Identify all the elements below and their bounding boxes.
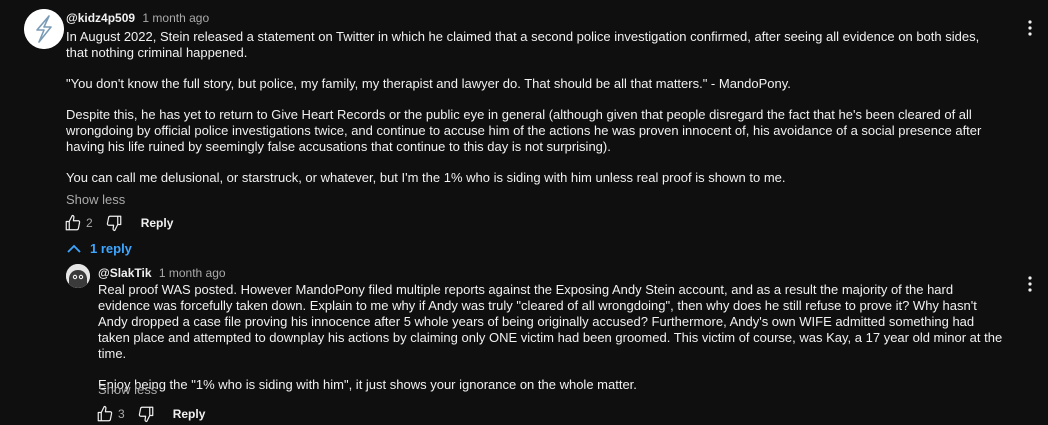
reply-menu-button[interactable] — [1020, 274, 1040, 294]
chevron-up-icon — [67, 244, 81, 253]
reply-author[interactable]: @SlakTik — [98, 266, 152, 280]
comment-header: @kidz4p509 1 month ago — [66, 11, 209, 25]
comment-paragraph: Despite this, he has yet to return to Gi… — [66, 107, 982, 154]
thumbs-up-icon — [97, 405, 113, 422]
reply-avatar[interactable] — [66, 264, 90, 288]
comment-body: In August 2022, Stein released a stateme… — [66, 29, 996, 186]
dislike-button[interactable] — [103, 212, 125, 234]
reply-timestamp[interactable]: 1 month ago — [159, 266, 226, 280]
reply-show-less-label: Show less — [98, 382, 158, 397]
reply-reply-button[interactable]: Reply — [173, 407, 206, 421]
more-vertical-icon — [1028, 276, 1032, 292]
reply-body: Real proof WAS posted. However MandoPony… — [98, 282, 1008, 393]
more-vertical-icon — [1028, 20, 1032, 36]
comment-paragraph: In August 2022, Stein released a stateme… — [66, 29, 980, 60]
reply-show-less-button[interactable]: Show less — [98, 382, 157, 397]
lightning-icon — [24, 9, 64, 49]
comment-menu-button[interactable] — [1020, 18, 1040, 38]
comment-actions: 2 Reply — [62, 212, 173, 234]
avatar-image-icon — [66, 264, 90, 288]
reply-like-count: 3 — [118, 407, 125, 421]
reply-like-button[interactable] — [94, 403, 116, 425]
comment-author[interactable]: @kidz4p509 — [66, 11, 135, 25]
reply-paragraph: Real proof WAS posted. However MandoPony… — [98, 282, 1003, 361]
comment-paragraph: You can call me delusional, or starstruc… — [66, 170, 786, 185]
reply-button[interactable]: Reply — [141, 216, 174, 230]
like-button[interactable] — [62, 212, 84, 234]
reply-header: @SlakTik 1 month ago — [98, 266, 226, 280]
reply-actions: 3 Reply — [94, 403, 205, 425]
thumbs-up-icon — [65, 214, 81, 231]
thumbs-down-icon — [138, 406, 154, 423]
reply-paragraph: Enjoy being the "1% who is siding with h… — [98, 377, 637, 392]
comment-timestamp[interactable]: 1 month ago — [142, 11, 209, 25]
reply-dislike-button[interactable] — [135, 403, 157, 425]
replies-count-label: 1 reply — [90, 241, 132, 256]
replies-toggle-button[interactable]: 1 reply — [64, 241, 132, 256]
thumbs-down-icon — [106, 215, 122, 232]
comment-paragraph: "You don't know the full story, but poli… — [66, 76, 791, 91]
show-less-button[interactable]: Show less — [66, 192, 125, 207]
show-less-label: Show less — [66, 192, 126, 207]
like-count: 2 — [86, 216, 93, 230]
avatar[interactable] — [24, 9, 64, 49]
